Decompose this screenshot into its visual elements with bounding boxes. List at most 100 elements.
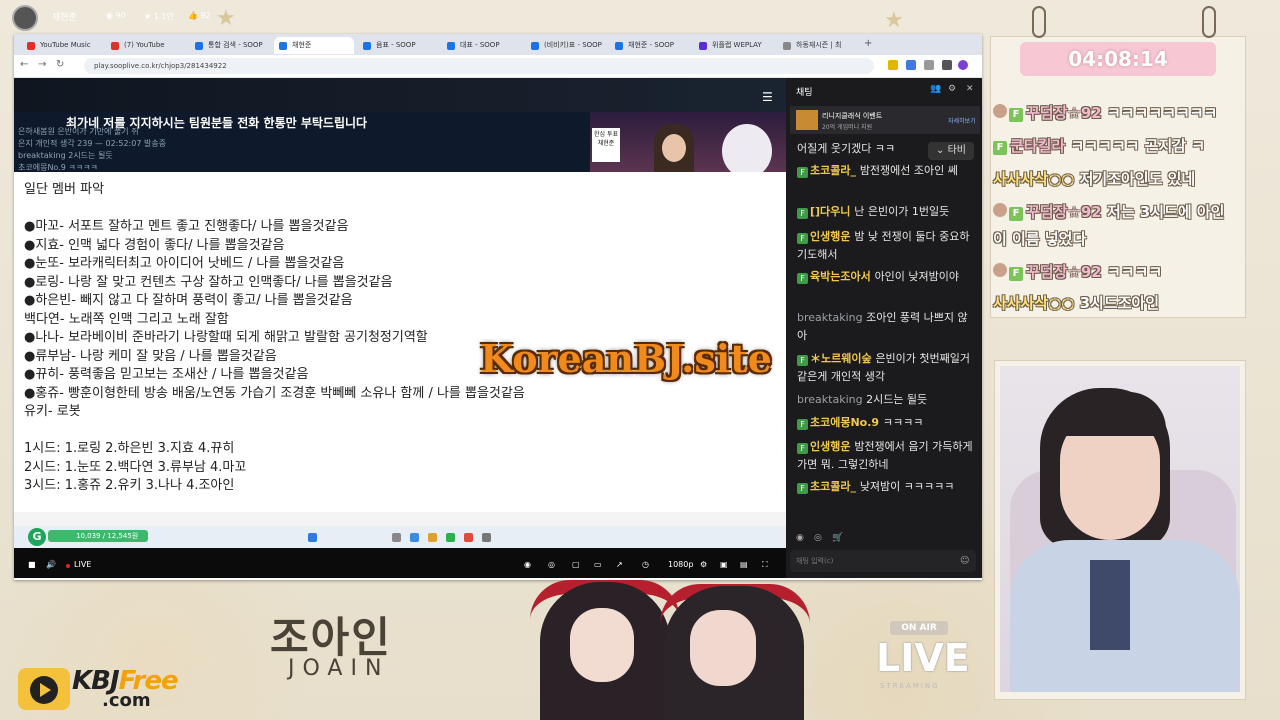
overlay-text: 이 이름 넣었다 [993,230,1087,248]
address-bar: ← → ↻ play.sooplive.co.kr/chjop3/2814349… [14,55,982,78]
streamer-name[interactable]: 채현준 [52,10,77,23]
taskbar-app-icon[interactable] [446,533,455,542]
document-line: 2시드: 1.눈또 2.백다연 3.류부남 4.마꼬 [24,459,247,475]
chat-message: F ＊노르웨이숲 은빈이가 첫번째일거 같은게 개인적 생각 [797,350,975,386]
stream-timer: 04:08:14 [1020,42,1216,76]
taskbar-app-icon[interactable] [482,533,491,542]
chat-nickname[interactable]: 인생행운 [810,230,854,243]
browser-tab[interactable]: (7) YouTube [106,37,186,54]
browser-tab[interactable]: 하동재시즌 | 최 [778,37,858,54]
settings-icon[interactable]: ⚙ [948,84,956,94]
forward-icon[interactable]: → [38,59,46,70]
chat-message: breaktaking 조아인 풍력 나쁘지 않아 [797,309,975,345]
document-line: ●뀨히- 풍력좋음 믿고보는 조새산 / 나를 뽑을것같음 [24,367,309,382]
cam-plush [722,124,772,178]
tab-favicon [615,42,623,50]
cam-sign: 한심 투표 채현준 [592,128,620,162]
fan-badge-icon: F [797,208,808,219]
stop-icon[interactable]: ■ [28,560,36,569]
cart-icon[interactable]: 🛒 [832,533,843,543]
close-icon[interactable]: ✕ [966,84,974,94]
clip-icon[interactable]: ▢ [572,560,580,569]
overlay-chat-message: F 꾸덤장☆92 ㅋㅋㅋㅋㅋㅋㅋㅋ [993,102,1217,123]
browser-tab[interactable]: 채현준 [274,37,354,54]
like-count[interactable]: 👍 92 [188,11,211,20]
browser-tab[interactable]: 채현준 - SOOP [610,37,690,54]
emoji-icon[interactable]: ☺ [960,556,969,566]
brand-name-en: JOAIN [288,656,390,681]
tab-favicon [363,42,371,50]
taskbar-app-icon[interactable] [464,533,473,542]
chat-nickname[interactable]: []다우니 [810,205,854,218]
theater-icon[interactable]: ▣ [720,560,728,569]
chat-text: 난 은빈이가 1번일듯 [854,205,950,218]
window-icon[interactable]: ▤ [740,560,748,569]
chat-nickname[interactable]: 육박는조아서 [810,270,875,283]
extension-icon[interactable] [888,60,898,70]
taskbar-app-icon[interactable] [428,533,437,542]
chat-nickname[interactable]: 인생행운 [810,440,854,453]
tab-favicon [531,42,539,50]
document-line: ●눈또- 보라캐릭터최고 아이디어 낫베드 / 나를 뽑을것같음 [24,256,345,271]
quality-selector[interactable]: 1080p [668,560,693,569]
chat-message: F 인생행운 밤 낮 전쟁이 둘다 중요하기도해서 [797,228,975,264]
extension-icon[interactable] [906,60,916,70]
avatar-badge-icon [993,104,1007,118]
document-status-bar [14,512,786,526]
streamer-avatar[interactable] [12,5,38,31]
settings-icon[interactable]: ⚙ [700,560,707,569]
windows-icon[interactable] [308,533,317,542]
document-line: ●류부남- 나랑 케미 잘 맞음 / 나를 뽑을것같음 [24,348,277,364]
browser-tab[interactable]: (비비키)표 - SOOP [526,37,606,54]
url-input[interactable]: play.sooplive.co.kr/chjop3/281434922 [84,58,874,74]
live-label: LIVE [74,560,92,569]
chat-nickname[interactable]: breaktaking [797,311,866,324]
chat-input[interactable]: 채팅 입력(c) [790,550,976,572]
chat-nickname[interactable]: 초코콜라_ [810,480,860,493]
share-icon[interactable]: ↗ [616,560,623,569]
reload-icon[interactable]: ↻ [56,59,64,70]
chat-text: 낮져밤이 ㅋㅋㅋㅋㅋ [859,480,955,493]
chat-nickname[interactable]: breaktaking [797,393,866,406]
browser-tab[interactable]: 음표 - SOOP [358,37,438,54]
new-tab-button[interactable]: + [864,38,872,49]
overlay-nickname: 쿤타킬라 [1010,137,1071,155]
extension-icon[interactable] [924,60,934,70]
webcam-tie [1090,560,1130,650]
browser-tab[interactable]: 대표 - SOOP [442,37,522,54]
event-more-link[interactable]: 자세히보기 [948,116,976,125]
taskbar-app-icon[interactable] [392,533,401,542]
extension-icon[interactable] [942,60,952,70]
profile-avatar[interactable] [958,60,968,70]
chat-nickname[interactable]: 초코콜라_ [810,164,860,177]
star-count[interactable]: ★ 1.1만 [144,11,174,22]
effect-icon[interactable]: ◎ [548,560,555,569]
volume-icon[interactable]: 🔊 [46,560,56,569]
emoticon-tool-icon[interactable]: ◉ [796,533,804,543]
overlay-chat-message: 이 이름 넣었다 [993,228,1086,249]
pip-icon[interactable]: ▭ [594,560,602,569]
viewer-count-value: 90 [115,11,126,20]
browser-tab[interactable]: 위플랩 WEPLAY [694,37,774,54]
user-list-icon[interactable]: 👥 [930,84,941,94]
document-line: 3시드: 1.홍쥬 2.유키 3.나나 4.조아인 [24,478,235,493]
time-icon[interactable]: ◷ [642,560,649,569]
screenshot-icon[interactable]: ◉ [524,560,531,569]
chat-nickname[interactable]: 초코에몽No.9 [810,416,883,429]
chat-message: F []다우니 난 은빈이가 1번일듯 [797,203,975,221]
chat-message: F 인생행운 밤전쟁에서 음기 가득하게 가면 뭐. 그렇긴하네 [797,438,975,474]
back-icon[interactable]: ← [20,59,28,70]
chat-text: 밤전쟁에선 조아인 쎄 [859,164,958,177]
browser-tab[interactable]: 통합 검색 - SOOP [190,37,270,54]
overlay-text: 3시드조아인 [1079,294,1160,312]
menu-icon[interactable]: ☰ [762,90,773,104]
taskbar-app-icon[interactable] [410,533,419,542]
fullscreen-icon[interactable]: ⛶ [762,560,768,570]
live-dot [66,564,70,568]
chat-nickname[interactable]: ＊노르웨이숲 [810,352,875,365]
gift-tool-icon[interactable]: ◎ [814,533,822,543]
document-line: ●지효- 인맥 넓다 경험이 좋다/ 나를 뽑을것같음 [24,237,285,253]
overlay-nickname: 꾸덤장☆92 [1026,104,1107,122]
browser-tab[interactable]: YouTube Music [22,37,102,54]
chat-message: F 초코콜라_ 밤전쟁에선 조아인 쎄 [797,162,975,180]
